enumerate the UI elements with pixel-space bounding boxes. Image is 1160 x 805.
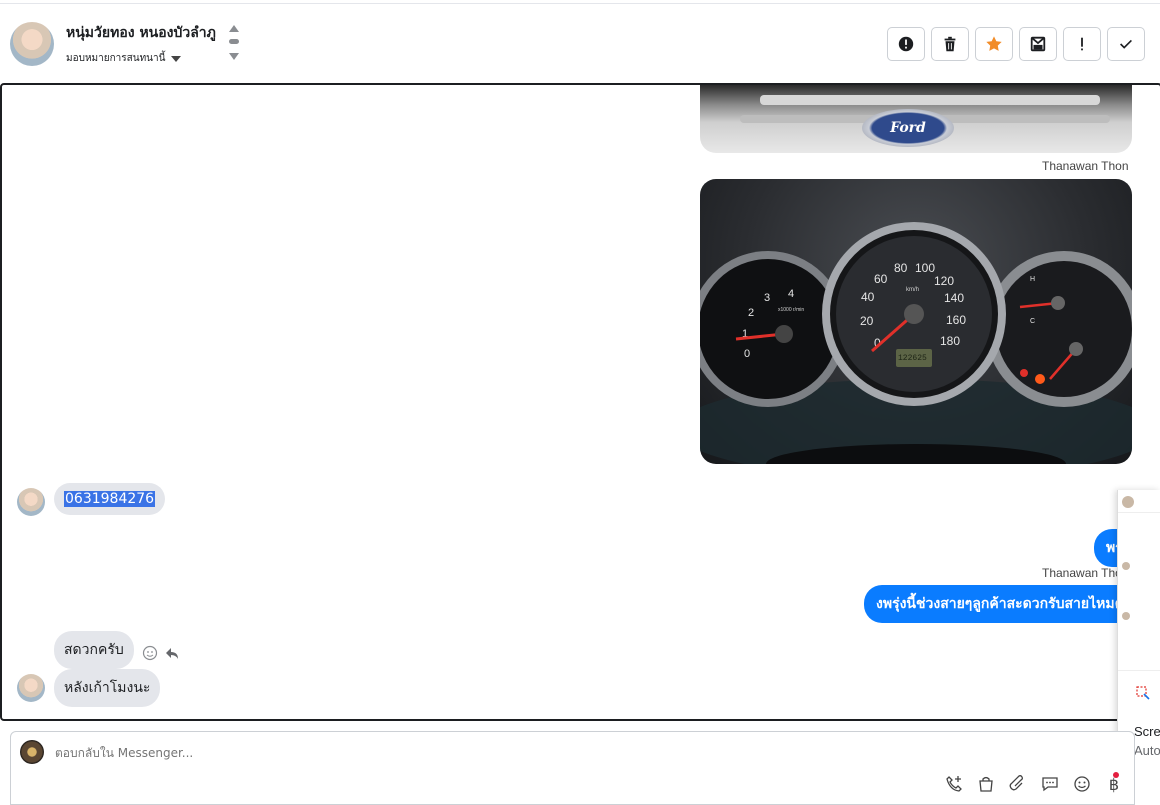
page-avatar [20, 740, 44, 764]
reply-icon[interactable] [164, 645, 180, 661]
screenshot-tool-icon [1136, 686, 1150, 700]
trash-icon [944, 36, 956, 52]
assign-label: มอบหมายการสนทนานี้ [66, 53, 166, 64]
dashboard-gauge-photo[interactable]: 0 1 2 3 4 x1000 r/min 0 20 40 60 80 100 … [700, 179, 1132, 464]
report-spam-button[interactable] [887, 27, 925, 61]
phone-number[interactable]: 0631984276 [64, 491, 156, 507]
panel-title: Scre [1134, 724, 1160, 739]
composer-toolbar: ฿ [944, 774, 1124, 794]
speed-tick-60: 60 [874, 272, 888, 286]
chevron-up-icon[interactable] [229, 25, 239, 32]
archive-icon [1030, 36, 1046, 52]
rpm-unit: x1000 r/min [778, 307, 804, 313]
sender-name: Thanawan Thon [1042, 159, 1129, 173]
conversation-header: หนุ่มวัยทอง หนองบัวลำภู มอบหมายการสนทนาน… [0, 5, 1160, 83]
panel-subtitle: Auto [1134, 743, 1160, 758]
rpm-tick-2: 2 [748, 307, 754, 319]
rpm-tick-0: 0 [744, 348, 750, 360]
divider [1118, 512, 1160, 513]
speed-unit: km/h [906, 287, 919, 293]
outgoing-message[interactable]: งพรุ่งนี้ช่วงสายๆลูกค้าสะดวกรับสายไหมคะ [864, 585, 1144, 623]
shopping-bag-icon [979, 776, 993, 792]
notification-dot [1113, 772, 1119, 778]
header-actions [887, 27, 1145, 61]
odometer-readout: 122625 [898, 354, 927, 363]
emoji-button[interactable] [1072, 774, 1092, 794]
caret-down-icon [171, 55, 182, 62]
attachment-button[interactable] [1008, 774, 1028, 794]
contact-avatar-small[interactable] [17, 674, 45, 702]
saved-replies-button[interactable] [1040, 774, 1060, 794]
rpm-tick-4: 4 [788, 288, 794, 300]
sender-name: Thanawan Thon [1042, 566, 1129, 580]
reply-input[interactable] [55, 746, 655, 760]
call-add-button[interactable] [944, 774, 964, 794]
top-border [0, 0, 1160, 4]
mini-avatar [1122, 496, 1134, 508]
reply-composer: ฿ [10, 731, 1135, 805]
speed-tick-40: 40 [861, 290, 875, 304]
call-add-icon [946, 776, 962, 792]
contact-avatar[interactable] [10, 22, 54, 66]
speed-tick-180: 180 [940, 334, 960, 348]
temp-c-label: C [1030, 318, 1035, 325]
prev-next-conversation-control[interactable] [228, 23, 240, 65]
done-check-icon [1120, 39, 1132, 49]
divider-pill-icon [229, 39, 239, 44]
mini-avatar [1122, 562, 1130, 570]
star-button[interactable] [975, 27, 1013, 61]
speed-tick-160: 160 [946, 313, 966, 327]
star-icon [986, 36, 1002, 51]
grille-bar [760, 95, 1100, 105]
message-thread[interactable]: Ford Thanawan Thon 0 1 2 3 4 x1000 r/min… [0, 83, 1160, 721]
speed-tick-20: 20 [860, 314, 874, 328]
shopping-bag-button[interactable] [976, 774, 996, 794]
car-front-photo[interactable]: Ford [700, 85, 1132, 153]
attachment-icon [1009, 775, 1023, 791]
incoming-message[interactable]: หลังเก้าโมงนะ [54, 669, 161, 707]
speed-tick-80: 80 [894, 261, 908, 275]
speed-tick-120: 120 [934, 274, 954, 288]
saved-replies-icon [1042, 777, 1058, 792]
instrument-cluster-graphic: 0 1 2 3 4 x1000 r/min 0 20 40 60 80 100 … [700, 222, 1132, 464]
speed-tick-100: 100 [915, 261, 935, 275]
contact-name[interactable]: หนุ่มวัยทอง หนองบัวลำภู [66, 22, 216, 44]
incoming-message[interactable]: สดวกครับ [54, 631, 134, 669]
mark-important-button[interactable] [1063, 27, 1101, 61]
rpm-tick-3: 3 [764, 292, 770, 304]
divider [1118, 670, 1160, 671]
mark-done-button[interactable] [1107, 27, 1145, 61]
contact-avatar-small[interactable] [17, 488, 45, 516]
emoji-icon [1074, 776, 1090, 792]
delete-button[interactable] [931, 27, 969, 61]
report-spam-icon [898, 36, 914, 52]
mark-important-icon [1081, 37, 1083, 51]
temp-h-label: H [1030, 276, 1035, 283]
speed-tick-140: 140 [944, 291, 964, 305]
ford-logo: Ford [862, 109, 954, 147]
archive-button[interactable] [1019, 27, 1057, 61]
assign-conversation-dropdown[interactable]: มอบหมายการสนทนานี้ [66, 51, 182, 66]
react-emoji-icon[interactable] [142, 645, 158, 661]
chevron-down-icon[interactable] [229, 53, 239, 60]
incoming-message[interactable]: 0631984276 [54, 483, 166, 515]
mini-avatar [1122, 612, 1130, 620]
message-actions [142, 645, 180, 661]
